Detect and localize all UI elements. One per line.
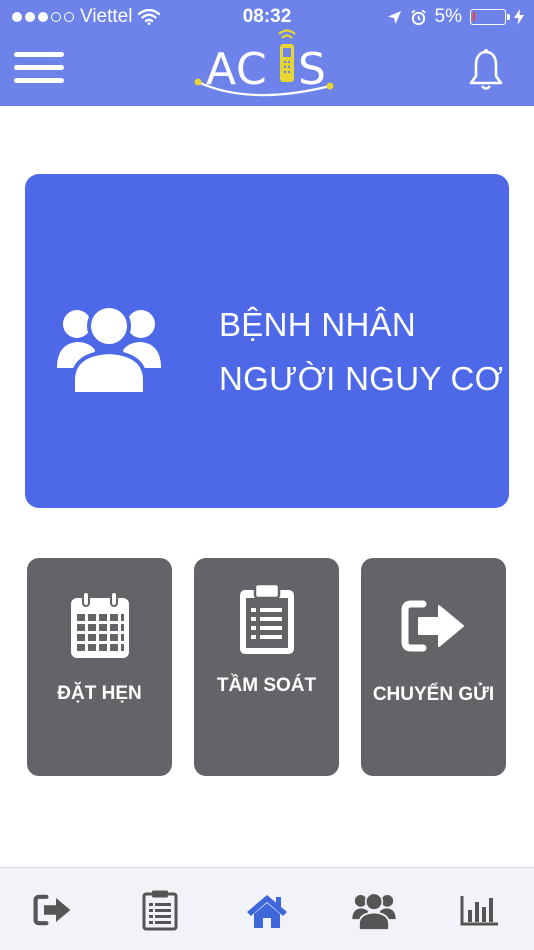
high-risk-patients-card[interactable]: BỆNH NHÂN NGƯỜI NGUY CƠ <box>25 174 509 508</box>
clipboard-icon <box>239 582 294 654</box>
tab-patients[interactable] <box>349 888 399 932</box>
clipboard-list-icon <box>142 890 178 931</box>
hero-title-line-2: NGƯỜI NGUY CƠ <box>219 360 504 397</box>
sign-out-icon <box>33 894 71 926</box>
tab-home[interactable] <box>242 888 292 932</box>
screening-tile[interactable]: TẦM SOÁT <box>194 558 339 776</box>
tab-referral[interactable] <box>28 888 78 932</box>
calendar-icon <box>70 591 129 658</box>
people-group-icon <box>57 304 161 394</box>
status-right: 5% <box>387 6 524 28</box>
svg-text:C: C <box>236 44 267 95</box>
alarm-clock-icon <box>410 9 426 25</box>
hero-title: BỆNH NHÂN NGƯỜI NGUY CƠ <box>219 298 503 406</box>
charging-bolt-icon <box>514 9 524 25</box>
app-header: Viettel 08:32 5% A C S <box>0 0 534 106</box>
home-icon <box>247 895 287 928</box>
battery-percent: 5% <box>434 6 462 27</box>
appointment-label: ĐẶT HẸN <box>57 683 142 704</box>
tab-screening[interactable] <box>135 888 185 932</box>
tab-statistics[interactable] <box>455 888 505 932</box>
sign-out-icon <box>401 600 464 652</box>
hamburger-menu-icon[interactable] <box>14 52 64 86</box>
location-arrow-icon <box>387 10 401 24</box>
bottom-tab-bar <box>0 867 534 950</box>
acis-logo: A C S <box>194 29 334 97</box>
battery-icon <box>470 9 510 25</box>
users-icon <box>352 892 396 930</box>
referral-tile[interactable]: CHUYỂN GỬI <box>361 558 506 776</box>
bell-icon[interactable] <box>466 48 506 92</box>
screening-label: TẦM SOÁT <box>216 675 317 696</box>
bar-chart-icon <box>460 896 498 926</box>
referral-label: CHUYỂN GỬI <box>372 684 495 705</box>
appointment-tile[interactable]: ĐẶT HẸN <box>27 558 172 776</box>
hero-title-line-1: BỆNH NHÂN <box>219 306 417 343</box>
